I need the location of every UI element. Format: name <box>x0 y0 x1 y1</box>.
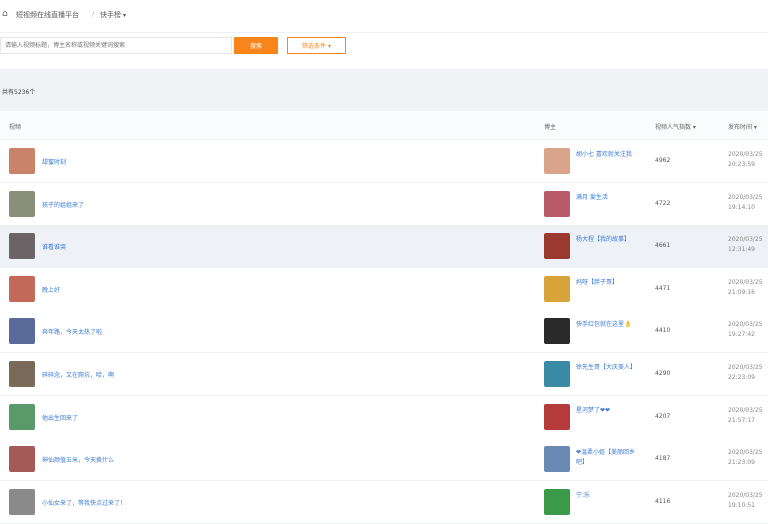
table-row[interactable]: 谁看谁哭 杨大程【我的故事】 4661 2020/03/25 12:31:49 <box>0 225 768 269</box>
breadcrumb-title[interactable]: 短视频在线直播平台 <box>16 10 79 20</box>
table-row[interactable]: 神仙颜值五米，今天换什么 ❤温柔小姐【美丽回乡吧】 4187 2020/03/25 2… <box>0 438 768 482</box>
publish-time: 2020/03/25 21:09:16 <box>728 278 763 296</box>
popularity-value: 4722 <box>655 199 671 207</box>
video-title-link[interactable]: 小仙女来了，等我快点过来了！ <box>42 498 126 507</box>
table-row[interactable]: 小仙女来了，等我快点过来了！ 宁.乐 4116 2020/03/25 19:10:51 <box>0 480 768 524</box>
video-title-link[interactable]: 晚上好 <box>42 285 60 294</box>
popularity-value: 4962 <box>655 157 671 164</box>
author-avatar[interactable] <box>544 361 570 387</box>
publish-time: 2020/03/25 21:57:17 <box>728 406 763 424</box>
search-input[interactable] <box>0 37 232 54</box>
video-title-link[interactable]: 奔年路，今天太热了啦 <box>42 327 102 336</box>
video-thumbnail[interactable] <box>9 446 35 473</box>
table-row[interactable]: 晚上好 妈呀【胖子哥】 4471 2020/03/25 21:09:16 <box>0 267 768 311</box>
table-header: 视频 博主 视频人气指数 ▾ 发布时间 ▾ <box>0 111 768 140</box>
result-count: 共有5236个 <box>2 89 36 96</box>
author-avatar[interactable] <box>544 275 570 302</box>
table-row[interactable]: 他出生回来了 星河梦了❤❤ 4207 2020/03/25 21:57:17 <box>0 395 768 439</box>
publish-time: 2020/03/25 21:23:09 <box>728 449 763 467</box>
author-name-link[interactable]: 杨大程【我的故事】 <box>576 235 638 245</box>
popularity-value: 4187 <box>655 455 671 463</box>
publish-time: 2020/03/25 19:10:51 <box>728 491 763 509</box>
ranking-selector[interactable]: 快手榜 ▾ <box>100 10 126 20</box>
video-thumbnail[interactable] <box>9 488 35 515</box>
publish-time: 2020/03/25 19:27:42 <box>728 321 763 339</box>
video-thumbnail[interactable] <box>9 148 35 174</box>
author-avatar[interactable] <box>544 148 570 174</box>
author-name-link[interactable]: 星河梦了❤❤ <box>576 406 638 416</box>
popularity-value: 4290 <box>655 370 671 377</box>
table-row[interactable]: 孩子的姐姐来了 满月 爱生活 4722 2020/03/25 19:14:10 <box>0 182 768 226</box>
filter-button-label: 筛选条件 <box>302 43 327 50</box>
video-thumbnail[interactable] <box>9 190 35 217</box>
result-summary-bar: 共有5236个 <box>0 69 768 111</box>
author-avatar[interactable] <box>544 318 570 345</box>
author-name-link[interactable]: 满月 爱生活 <box>576 193 638 203</box>
publish-time: 2020/03/25 19:14:10 <box>728 193 763 211</box>
video-title-link[interactable]: 谁看谁哭 <box>42 242 66 251</box>
popularity-value: 4207 <box>655 412 671 420</box>
video-title-link[interactable]: 碎碎念，又在爬坑，哈，啊 <box>42 370 114 379</box>
popularity-value: 4471 <box>655 284 671 292</box>
chevron-down-icon: ▾ <box>123 12 127 19</box>
column-header-time[interactable]: 发布时间 ▾ <box>728 122 757 131</box>
popularity-value: 4116 <box>655 497 671 505</box>
publish-time: 2020/03/25 20:23:59 <box>728 151 763 168</box>
video-thumbnail[interactable] <box>9 233 35 260</box>
author-name-link[interactable]: 妈呀【胖子哥】 <box>576 278 638 288</box>
ranking-selector-label: 快手榜 <box>100 11 121 19</box>
home-icon[interactable]: ⌂ <box>2 9 8 19</box>
author-name-link[interactable]: 快手红包就在这里👌 <box>576 320 638 330</box>
video-thumbnail[interactable] <box>9 403 35 430</box>
breadcrumb-separator: / <box>92 10 95 18</box>
author-name-link[interactable]: 宁.乐 <box>576 491 638 501</box>
search-button[interactable]: 搜索 <box>234 37 278 54</box>
publish-time: 2020/03/25 12:31:49 <box>728 236 763 254</box>
video-title-link[interactable]: 他出生回来了 <box>42 413 78 422</box>
search-row: 搜索 筛选条件 ▾ <box>0 34 768 68</box>
video-thumbnail[interactable] <box>9 275 35 302</box>
author-avatar[interactable] <box>544 403 570 430</box>
author-avatar[interactable] <box>544 233 570 260</box>
popularity-value: 4410 <box>655 327 671 335</box>
author-avatar[interactable] <box>544 488 570 515</box>
publish-time: 2020/03/25 22:23:09 <box>728 364 763 381</box>
author-name-link[interactable]: 胡小七 喜欢就关注我 <box>576 150 638 160</box>
filter-button[interactable]: 筛选条件 ▾ <box>287 37 346 54</box>
author-name-link[interactable]: ❤温柔小姐【美丽回乡吧】 <box>576 448 638 468</box>
video-title-link[interactable]: 甜蜜时刻 <box>42 157 66 166</box>
table-row[interactable]: 奔年路，今天太热了啦 快手红包就在这里👌 4410 2020/03/25 19:27:… <box>0 310 768 354</box>
video-title-link[interactable]: 孩子的姐姐来了 <box>42 200 84 209</box>
column-header-author: 博主 <box>544 124 557 131</box>
author-name-link[interactable]: 徐先生哥【大庆美人】 <box>576 363 638 373</box>
video-thumbnail[interactable] <box>9 361 35 387</box>
video-thumbnail[interactable] <box>9 318 35 345</box>
top-bar: ⌂ 短视频在线直播平台 / 快手榜 ▾ <box>0 0 768 33</box>
author-avatar[interactable] <box>544 446 570 473</box>
table-row[interactable]: 甜蜜时刻 胡小七 喜欢就关注我 4962 2020/03/25 20:23:59 <box>0 140 768 183</box>
table-row[interactable]: 碎碎念，又在爬坑，哈，啊 徐先生哥【大庆美人】 4290 2020/03/25 22:… <box>0 353 768 396</box>
video-title-link[interactable]: 神仙颜值五米，今天换什么 <box>42 455 114 464</box>
chevron-down-icon: ▾ <box>327 43 331 50</box>
popularity-value: 4661 <box>655 242 671 250</box>
column-header-video: 视频 <box>9 124 22 131</box>
column-header-popularity[interactable]: 视频人气指数 ▾ <box>655 122 696 131</box>
author-avatar[interactable] <box>544 190 570 217</box>
